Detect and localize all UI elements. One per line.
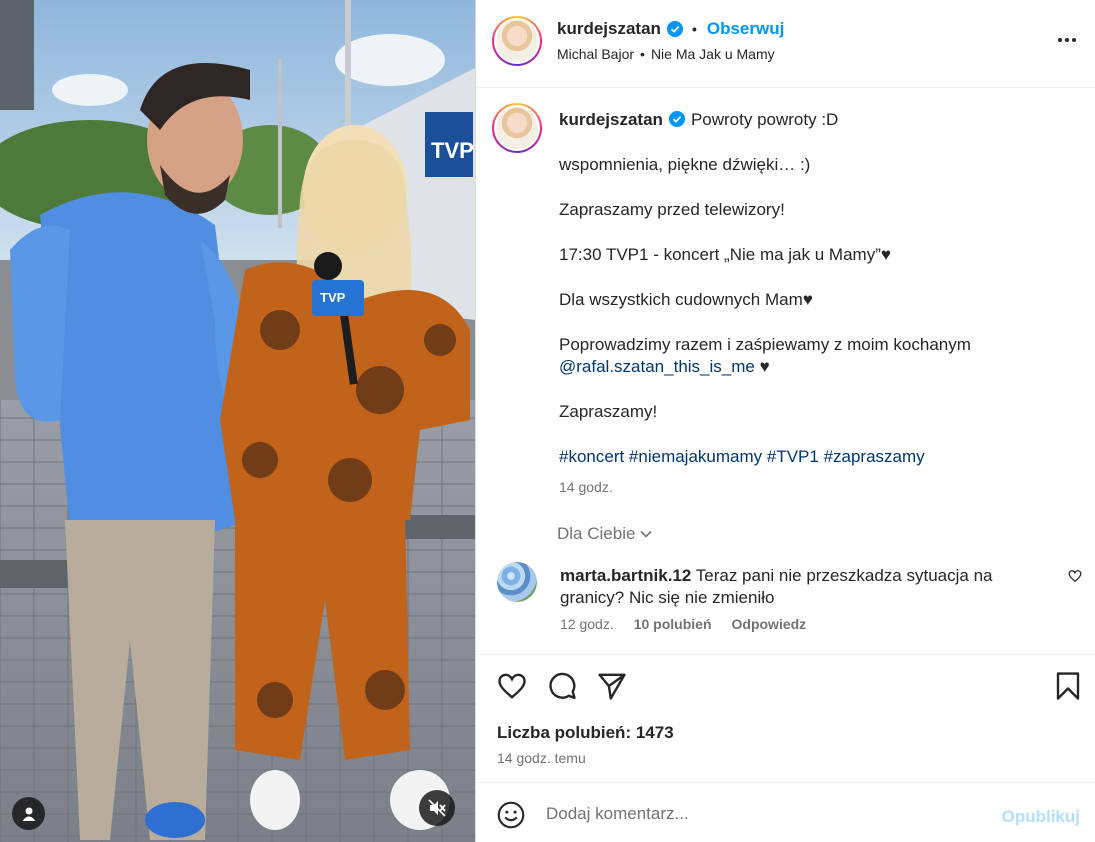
audio-artist[interactable]: Michal Bajor [557, 46, 634, 62]
likes-count[interactable]: Liczba polubień: 1473 [497, 723, 674, 743]
like-heart-icon[interactable] [497, 671, 527, 701]
user-mention-link[interactable]: @rafal.szatan_this_is_me [559, 357, 755, 376]
post-details-panel: kurdejszatan • Obserwuj Michal Bajor • N… [475, 0, 1095, 842]
caption-line: wspomnienia, piękne dźwięki… :) [559, 155, 811, 174]
mention-suffix: ♥ [754, 357, 770, 376]
mic-flag-logo: TVP [320, 290, 346, 305]
caption-line: 17:30 TVP1 - koncert „Nie ma jak u Mamy”… [559, 245, 891, 264]
add-comment-bar: Opublikuj [476, 782, 1095, 842]
hashtag-links[interactable]: #koncert #niemajakumamy #TVP1 #zapraszam… [559, 446, 1059, 468]
tvp-truck-logo: TVP [431, 138, 474, 163]
share-send-icon[interactable] [597, 671, 627, 701]
comment-bubble-icon[interactable] [547, 671, 577, 701]
caption-username[interactable]: kurdejszatan [559, 110, 663, 129]
caption-text: kurdejszatan Powroty powroty :D wspomnien… [559, 109, 1059, 498]
caption-line: Zapraszamy przed telewizory! [559, 200, 785, 219]
chevron-down-icon [640, 530, 653, 538]
commenter-avatar[interactable] [497, 562, 537, 602]
follow-button[interactable]: Obserwuj [707, 19, 784, 39]
caption-timestamp[interactable]: 14 godz. [559, 476, 1059, 498]
emoji-icon[interactable] [497, 801, 525, 829]
post-timestamp[interactable]: 14 godz. temu [497, 750, 586, 766]
comments-filter-dropdown[interactable]: Dla Ciebie [557, 524, 653, 544]
post-header: kurdejszatan • Obserwuj Michal Bajor • N… [476, 0, 1095, 88]
caption-author-avatar[interactable] [492, 103, 542, 153]
author-avatar[interactable] [492, 16, 542, 66]
bookmark-save-icon[interactable] [1053, 671, 1083, 701]
muted-speaker-icon[interactable] [419, 790, 455, 826]
post-actions: Liczba polubień: 1473 14 godz. temu [476, 654, 1095, 782]
publish-button[interactable]: Opublikuj [1002, 807, 1080, 827]
caption-line: Dla wszystkich cudownych Mam♥ [559, 290, 813, 309]
caption-section: kurdejszatan Powroty powroty :D wspomnien… [476, 89, 1095, 654]
verified-badge-icon [668, 111, 685, 127]
heart-icon[interactable] [1068, 569, 1082, 583]
video-frame: TVP TVP [0, 0, 475, 842]
separator-dot: • [640, 46, 645, 62]
comment-timestamp[interactable]: 12 godz. [560, 616, 614, 632]
author-username[interactable]: kurdejszatan [557, 19, 661, 39]
caption-line: Zapraszamy! [559, 402, 658, 421]
person-tag-icon[interactable] [12, 797, 45, 830]
comments-filter-label: Dla Ciebie [557, 524, 636, 543]
separator-dot: • [691, 21, 697, 37]
commenter-username[interactable]: marta.bartnik.12 [560, 566, 691, 585]
more-horizontal-icon[interactable] [1058, 38, 1076, 42]
audio-title[interactable]: Nie Ma Jak u Mamy [651, 46, 775, 62]
comment-likes[interactable]: 10 polubień [634, 616, 712, 632]
post-media-video[interactable]: TVP TVP [0, 0, 475, 842]
comment-input[interactable] [546, 799, 986, 829]
audio-attribution[interactable]: Michal Bajor • Nie Ma Jak u Mamy [557, 46, 775, 62]
verified-badge-icon [666, 21, 683, 37]
caption-first-line: Powroty powroty :D [690, 110, 839, 129]
reply-button[interactable]: Odpowiedz [732, 616, 807, 632]
caption-line: Poprowadzimy razem i zaśpiewamy z moim k… [559, 335, 971, 354]
